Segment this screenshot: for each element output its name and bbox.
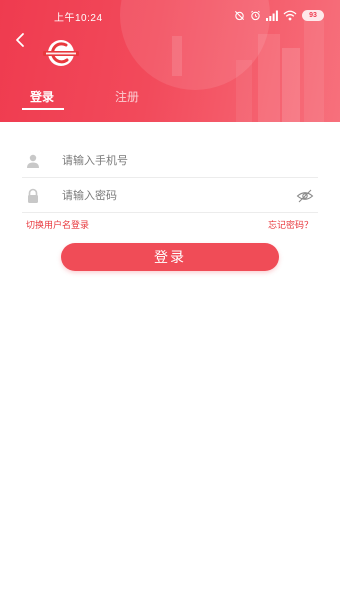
status-bar: 上午10:24 93 xyxy=(0,0,340,30)
tab-login[interactable]: 登录 xyxy=(30,88,54,105)
user-icon xyxy=(27,154,39,168)
chevron-left-icon xyxy=(16,33,24,47)
wifi-icon xyxy=(283,10,297,20)
brand-logo-icon xyxy=(43,40,79,66)
lock-icon xyxy=(28,188,38,203)
tab-register[interactable]: 注册 xyxy=(115,88,139,105)
alarm-clock-icon xyxy=(251,10,260,20)
alarm-off-icon xyxy=(234,10,245,20)
switch-username-login-link[interactable]: 切换用户名登录 xyxy=(26,218,89,231)
password-field xyxy=(22,179,318,213)
phone-field xyxy=(22,144,318,178)
active-tab-indicator xyxy=(22,108,64,110)
back-button[interactable] xyxy=(8,28,32,52)
battery-icon: 93 xyxy=(302,9,324,21)
status-icons: 93 xyxy=(234,9,324,21)
phone-input[interactable] xyxy=(62,150,282,172)
decorative-building xyxy=(172,36,182,76)
header-banner: 上午10:24 93 登录 注册 xyxy=(0,0,340,122)
signal-icon xyxy=(266,10,278,21)
login-button[interactable]: 登录 xyxy=(61,243,279,271)
eye-hidden-icon[interactable] xyxy=(296,188,314,204)
status-time: 上午10:24 xyxy=(54,13,103,24)
password-input[interactable] xyxy=(62,185,282,207)
auth-tabs: 登录 注册 xyxy=(0,84,340,122)
forgot-password-link[interactable]: 忘记密码？ xyxy=(268,218,313,231)
brand-logo xyxy=(40,38,82,68)
